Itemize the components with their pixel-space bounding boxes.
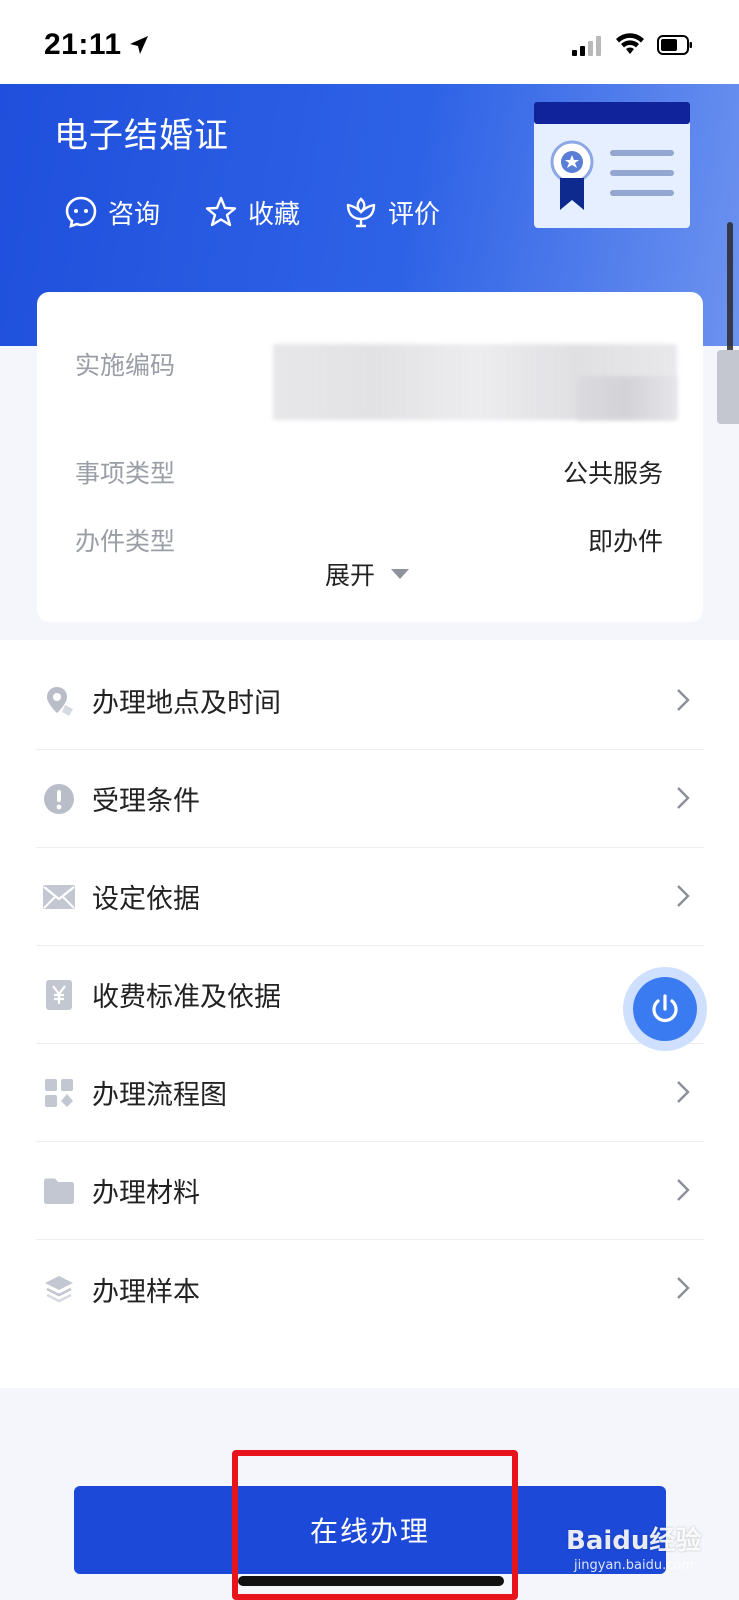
info-value-type: 公共服务: [562, 459, 663, 488]
wifi-icon: [616, 33, 644, 54]
floating-power-button[interactable]: [623, 967, 707, 1051]
folder-icon: [42, 1174, 76, 1208]
side-drawer-handle[interactable]: [717, 350, 739, 424]
favorite-button[interactable]: 收藏: [204, 190, 300, 234]
chevron-right-icon: [677, 1179, 690, 1201]
watermark-url: jingyan.baidu.com: [574, 1558, 694, 1573]
menu-item-location-time[interactable]: 办理地点及时间: [36, 652, 704, 750]
location-arrow-icon: [130, 36, 148, 54]
menu-item-fees[interactable]: 收费标准及依据: [36, 946, 704, 1044]
chevron-right-icon: [677, 689, 690, 711]
expand-button[interactable]: 展开: [325, 556, 410, 592]
rate-button[interactable]: 评价: [344, 190, 440, 234]
consult-label: 咨询: [108, 199, 161, 230]
consult-button[interactable]: 咨询: [64, 190, 160, 234]
layers-icon: [42, 1272, 76, 1306]
menu-item-conditions[interactable]: 受理条件: [36, 750, 704, 848]
caret-down-icon: [391, 569, 410, 579]
info-label-code: 实施编码: [75, 351, 176, 380]
battery-icon: [657, 35, 692, 55]
info-card: 实施编码 事项类型 公共服务 办件类型 即办件 展开: [37, 292, 703, 622]
menu-label: 收费标准及依据: [92, 982, 281, 1013]
status-bar: 21:11: [0, 0, 739, 84]
certificate-illustration: [534, 102, 690, 228]
yen-icon: [42, 978, 76, 1012]
signal-icon: [572, 36, 601, 56]
rate-label: 评价: [388, 199, 441, 230]
favorite-label: 收藏: [248, 199, 301, 230]
chevron-right-icon: [677, 1081, 690, 1103]
expand-label: 展开: [325, 561, 376, 590]
status-time: 21:11: [44, 28, 122, 61]
redacted-code-tail: [577, 376, 677, 420]
star-icon: [205, 196, 237, 227]
envelope-icon: [42, 880, 76, 914]
menu-label: 办理流程图: [92, 1080, 227, 1111]
grid-icon: [42, 1076, 76, 1110]
flower-icon: [346, 197, 376, 228]
power-icon: [652, 994, 678, 1023]
exclamation-icon: [42, 782, 76, 816]
menu-item-basis[interactable]: 设定依据: [36, 848, 704, 946]
home-indicator[interactable]: [238, 1576, 504, 1586]
chevron-right-icon: [677, 1277, 690, 1299]
chevron-right-icon: [677, 885, 690, 907]
menu-item-flowchart[interactable]: 办理流程图: [36, 1044, 704, 1142]
info-label-type: 事项类型: [75, 459, 176, 488]
menu-label: 设定依据: [92, 884, 200, 915]
menu-item-materials[interactable]: 办理材料: [36, 1142, 704, 1240]
info-label-case-type: 办件类型: [75, 527, 176, 556]
menu-label: 受理条件: [92, 786, 200, 817]
watermark-logo: Baidu经验: [566, 1526, 702, 1556]
menu-label: 办理材料: [92, 1178, 200, 1209]
chevron-right-icon: [677, 787, 690, 809]
menu-label: 办理地点及时间: [92, 688, 281, 719]
page-title: 电子结婚证: [54, 116, 229, 156]
location-icon: [42, 684, 76, 718]
online-apply-label: 在线办理: [309, 1515, 430, 1548]
power-button-core: [633, 977, 697, 1041]
menu-label: 办理样本: [92, 1276, 200, 1308]
menu-item-samples[interactable]: 办理样本: [36, 1240, 704, 1338]
info-value-case-type: 即办件: [587, 527, 663, 556]
chat-icon: [65, 196, 97, 228]
